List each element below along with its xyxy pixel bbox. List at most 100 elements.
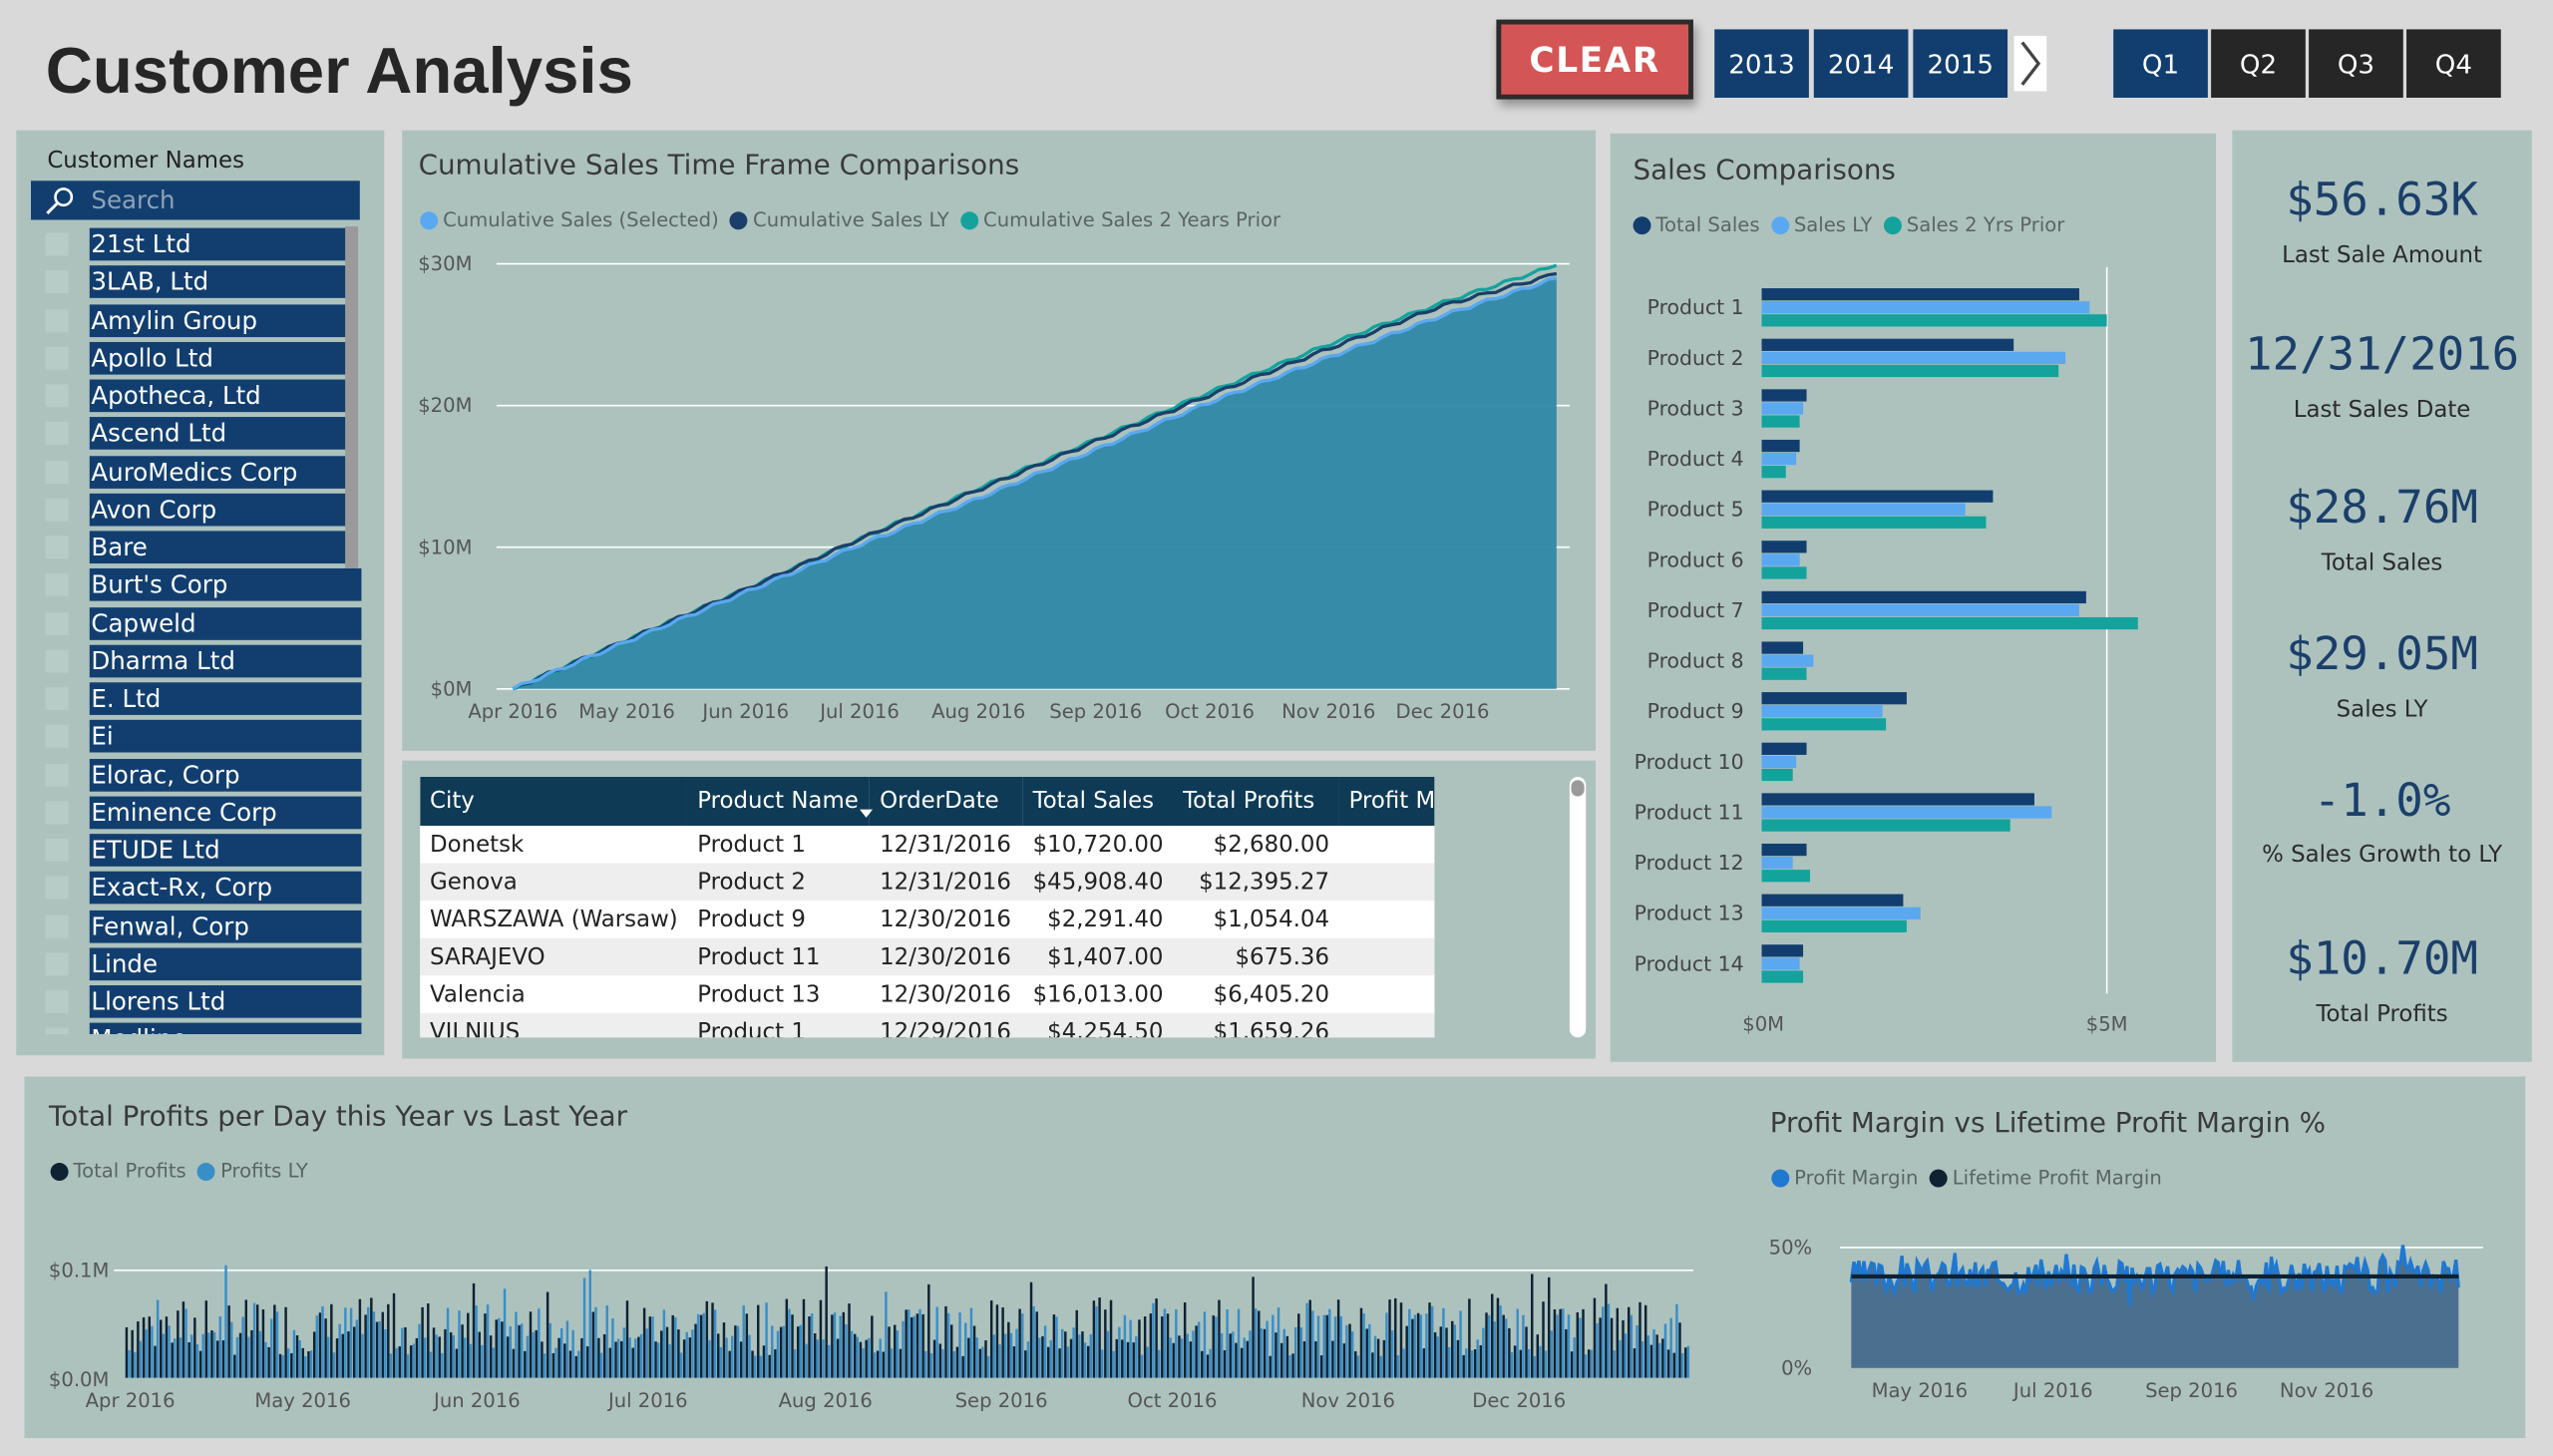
clear-button[interactable]: CLEAR (1496, 19, 1693, 100)
bar[interactable] (1761, 870, 1810, 883)
quarter-button-q1[interactable]: Q1 (2113, 29, 2208, 98)
table-row[interactable]: VILNIUS Product 1 12/29/2016 $4,254.50 $1,65… (420, 1012, 1435, 1038)
bar[interactable] (1761, 301, 2090, 314)
customer-item[interactable]: Medline (89, 1023, 362, 1035)
customer-item[interactable]: 21st Ltd (89, 227, 347, 261)
customer-checkbox[interactable] (45, 346, 69, 370)
table-row[interactable]: Genova Product 2 12/31/2016 $45,908.40 $12,3… (420, 863, 1435, 902)
customer-item[interactable]: Exact-Rx, Corp (89, 872, 362, 905)
customer-item[interactable]: Linde (89, 947, 362, 980)
customer-item[interactable]: Bare (89, 531, 347, 564)
bar[interactable] (1761, 654, 1814, 667)
quarter-button-q3[interactable]: Q3 (2309, 29, 2403, 98)
bar[interactable] (1761, 755, 1797, 769)
customer-checkbox[interactable] (45, 725, 69, 749)
bar[interactable] (1761, 453, 1797, 466)
bar[interactable] (1761, 351, 2066, 365)
customer-checkbox[interactable] (45, 270, 69, 294)
bar[interactable] (1761, 364, 2059, 378)
bar[interactable] (1761, 541, 1807, 553)
bar[interactable] (1761, 503, 1966, 516)
customer-item[interactable]: Ei (89, 720, 362, 753)
bar[interactable] (1761, 490, 1994, 503)
bar[interactable] (1761, 314, 2107, 327)
bar[interactable] (1761, 843, 1807, 857)
table-row[interactable]: WARSZAWA (Warsaw) Product 9 12/30/2016 $2,2… (420, 901, 1435, 938)
customer-checkbox[interactable] (45, 687, 69, 711)
bar[interactable] (1761, 705, 1883, 718)
sort-descending-icon[interactable] (860, 809, 874, 818)
customer-checkbox[interactable] (45, 913, 69, 937)
bar[interactable] (1761, 970, 1804, 983)
customer-checkbox[interactable] (45, 573, 69, 597)
customer-list-scrollbar[interactable] (345, 226, 359, 568)
customer-checkbox[interactable] (45, 536, 69, 559)
customer-item[interactable]: ETUDE Ltd (89, 834, 362, 867)
column-header[interactable]: Total Profits (1173, 776, 1339, 826)
table-row[interactable]: Valencia Product 13 12/30/2016 $16,013.00 $6… (420, 975, 1435, 1013)
customer-checkbox[interactable] (45, 763, 69, 786)
customer-item[interactable]: Dharma Ltd (89, 644, 362, 677)
column-header[interactable]: Product Name (687, 776, 871, 826)
scroll-thumb[interactable] (1571, 780, 1585, 797)
customer-checkbox[interactable] (45, 877, 69, 900)
bar[interactable] (1761, 566, 1807, 579)
quarter-button-q2[interactable]: Q2 (2211, 29, 2306, 98)
bar[interactable] (1761, 389, 1807, 402)
customer-item[interactable]: Llorens Ltd (89, 985, 362, 1018)
bar[interactable] (1761, 894, 1904, 907)
customer-checkbox[interactable] (45, 422, 69, 446)
bar[interactable] (1761, 439, 1800, 453)
customer-checkbox[interactable] (45, 460, 69, 484)
bar[interactable] (1761, 819, 2010, 832)
bar[interactable] (1761, 907, 1921, 919)
customer-item[interactable]: Apollo Ltd (89, 341, 347, 375)
bar[interactable] (1761, 338, 2014, 351)
customer-item[interactable]: Apotheca, Ltd (89, 379, 347, 413)
customer-checkbox[interactable] (45, 989, 69, 1013)
bar[interactable] (1761, 768, 1793, 782)
customer-item[interactable]: Eminence Corp (89, 796, 362, 829)
bar[interactable] (1761, 516, 1987, 529)
customer-item[interactable]: Avon Corp (89, 493, 347, 527)
year-scroll-right-button[interactable] (2013, 35, 2047, 92)
customer-item[interactable]: E. Ltd (89, 682, 362, 715)
customer-checkbox[interactable] (45, 801, 69, 824)
customer-search-input[interactable]: Search (91, 185, 175, 214)
customer-search-box[interactable]: Search (31, 181, 360, 220)
bar[interactable] (1761, 692, 1907, 705)
customer-checkbox[interactable] (45, 649, 69, 673)
customer-checkbox[interactable] (45, 611, 69, 635)
bar[interactable] (1761, 616, 2138, 630)
customer-checkbox[interactable] (45, 951, 69, 975)
bar[interactable] (1761, 402, 1804, 415)
bar[interactable] (1761, 590, 2086, 604)
year-button-2014[interactable]: 2014 (1813, 29, 1909, 98)
bar[interactable] (1761, 944, 1804, 957)
customer-checkbox[interactable] (45, 384, 69, 408)
customer-checkbox[interactable] (45, 308, 69, 332)
bar[interactable] (1761, 288, 2079, 301)
customer-item[interactable]: 3LAB, Ltd (89, 265, 347, 299)
column-header[interactable]: Profit Margin (1338, 776, 1435, 826)
customer-checkbox[interactable] (45, 498, 69, 522)
table-row[interactable]: Donetsk Product 1 12/31/2016 $10,720.00 $2,6… (420, 825, 1435, 864)
table-row[interactable]: SARAJEVO Product 11 12/30/2016 $1,407.00 $67… (420, 937, 1435, 976)
customer-item[interactable]: Elorac, Corp (89, 758, 362, 791)
column-header[interactable]: OrderDate (870, 776, 1023, 826)
bar[interactable] (1761, 857, 1793, 870)
customer-item[interactable]: Burt's Corp (89, 568, 362, 602)
column-header[interactable]: City (420, 776, 688, 826)
customer-item[interactable]: Fenwal, Corp (89, 910, 362, 942)
customer-item[interactable]: AuroMedics Corp (89, 455, 347, 489)
quarter-button-q4[interactable]: Q4 (2406, 29, 2501, 98)
bar[interactable] (1761, 553, 1800, 566)
bar[interactable] (1761, 957, 1800, 970)
bar[interactable] (1761, 793, 2034, 806)
year-button-2013[interactable]: 2013 (1714, 29, 1809, 98)
customer-checkbox[interactable] (45, 232, 69, 256)
bar[interactable] (1761, 919, 1907, 932)
customer-checkbox[interactable] (45, 839, 69, 862)
customer-checkbox[interactable] (45, 1027, 69, 1035)
bar[interactable] (1761, 742, 1807, 755)
